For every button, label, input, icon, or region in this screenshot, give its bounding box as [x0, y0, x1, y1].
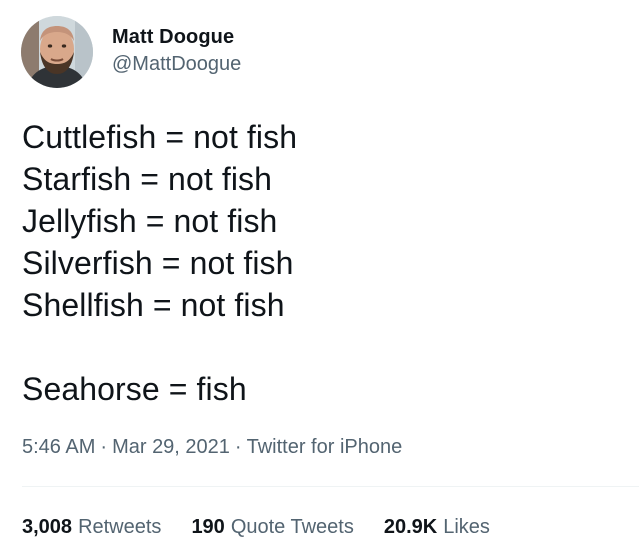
quote-tweets-stat[interactable]: 190 Quote Tweets [191, 514, 353, 540]
tweet-date[interactable]: Mar 29, 2021 [112, 436, 230, 458]
likes-count: 20.9K [383, 516, 438, 538]
tweet-line: Starfish = not fish [22, 161, 273, 197]
author-display-name[interactable]: Matt Doogue [112, 25, 241, 49]
tweet-text: Cuttlefish = not fish Starfish = not fis… [22, 116, 622, 410]
quote-tweets-label: Quote Tweets [230, 516, 354, 538]
tweet-line: Seahorse = fish [22, 371, 247, 407]
quote-tweets-count: 190 [191, 516, 225, 538]
retweets-count: 3,008 [22, 516, 73, 538]
tweet-line: Cuttlefish = not fish [22, 119, 298, 155]
avatar-photo [21, 16, 93, 88]
tweet-header: Matt Doogue @MattDoogue [21, 16, 241, 88]
tweet-time[interactable]: 5:46 AM [22, 436, 95, 458]
tweet-line: Shellfish = not fish [22, 287, 285, 323]
tweet-line: Silverfish = not fish [22, 245, 294, 281]
retweets-stat[interactable]: 3,008 Retweets [22, 514, 161, 540]
tweet-source[interactable]: Twitter for iPhone [247, 436, 403, 458]
meta-separator: · [100, 436, 108, 458]
avatar[interactable] [21, 16, 93, 88]
tweet-stats: 3,008 Retweets 190 Quote Tweets 20.9K Li… [22, 514, 490, 540]
author-identity: Matt Doogue @MattDoogue [112, 25, 241, 76]
author-handle[interactable]: @MattDoogue [112, 52, 241, 76]
meta-separator: · [234, 436, 242, 458]
tweet-line: Jellyfish = not fish [22, 203, 278, 239]
likes-stat[interactable]: 20.9K Likes [384, 514, 490, 540]
tweet: Matt Doogue @MattDoogue Cuttlefish = not… [0, 0, 639, 559]
retweets-label: Retweets [78, 516, 162, 538]
likes-label: Likes [443, 516, 490, 538]
tweet-meta: 5:46 AM · Mar 29, 2021 · Twitter for iPhone [22, 434, 402, 460]
divider [22, 486, 639, 487]
